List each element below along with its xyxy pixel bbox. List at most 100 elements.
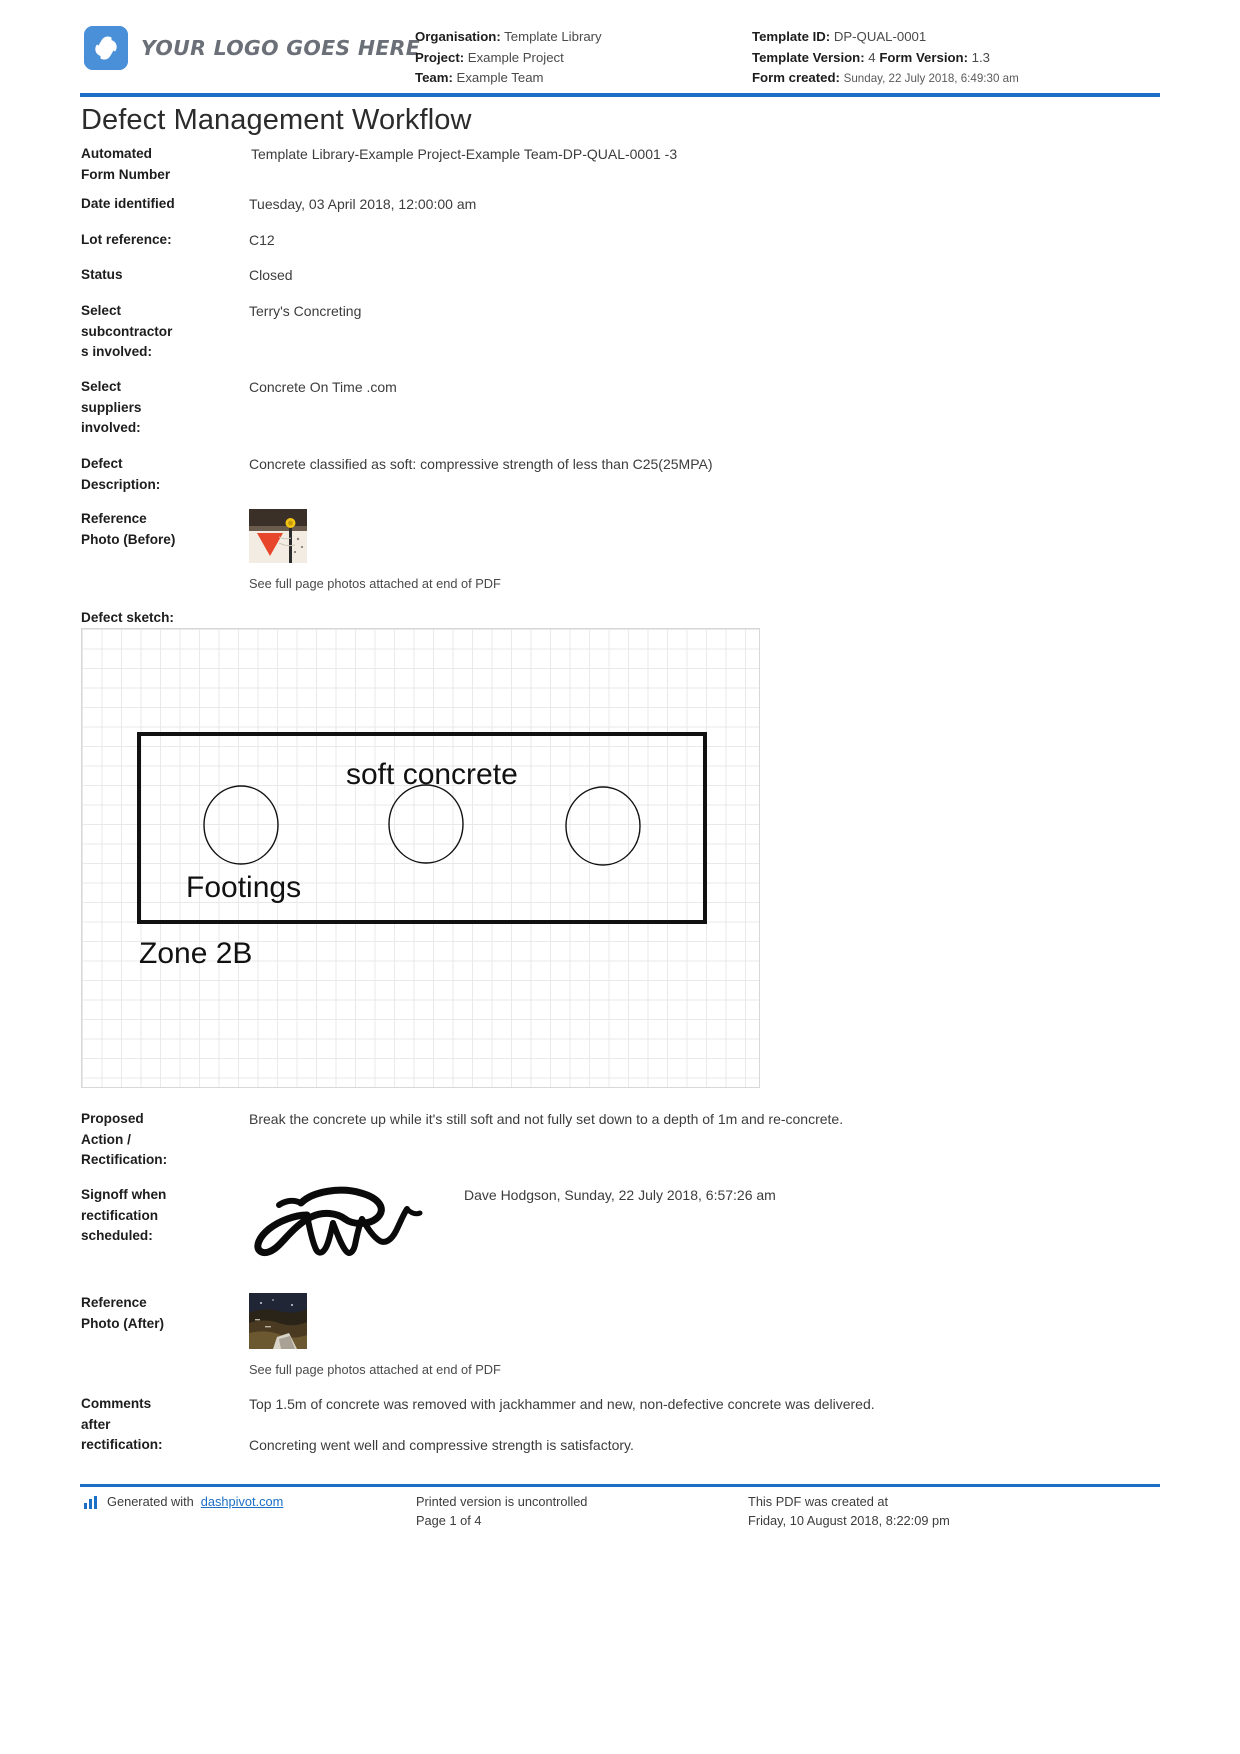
sketch-label-footings: Footings	[186, 871, 301, 904]
field-label: Comments after rectification:	[81, 1394, 249, 1456]
field-proposed-action: Proposed Action / Rectification: Break t…	[81, 1109, 1161, 1171]
field-lot-reference: Lot reference: C12	[81, 230, 1161, 251]
company-logo-icon	[84, 26, 128, 70]
team-value: Example Team	[456, 70, 544, 86]
field-automated-form-number: Automated Form Number Template Library-E…	[81, 144, 1161, 185]
field-value: See full page photos attached at end of …	[249, 509, 1161, 593]
field-value: Break the concrete up while it's still s…	[249, 1111, 844, 1127]
comment-paragraph: Top 1.5m of concrete was removed with ja…	[249, 1396, 875, 1412]
field-defect-description: Defect Description: Concrete classified …	[81, 454, 1161, 495]
organisation-value: Template Library	[504, 29, 602, 44]
header-meta-organisation: Organisation: Template Library Project: …	[415, 27, 602, 89]
document-page: YOUR LOGO GOES HERE Organisation: Templa…	[0, 0, 1240, 1754]
header-meta-row: Template Version: 4 Form Version: 1.3	[752, 48, 1019, 69]
footer-created-label: This PDF was created at	[748, 1494, 889, 1509]
organisation-label: Organisation:	[415, 29, 501, 44]
footer-created-value: Friday, 10 August 2018, 8:22:09 pm	[748, 1513, 950, 1528]
footer-created-info: This PDF was created at Friday, 10 Augus…	[748, 1492, 950, 1530]
label-line: Reference	[81, 1295, 147, 1310]
label-line: Reference	[81, 511, 147, 526]
field-label: Defect Description:	[81, 454, 249, 495]
label-line: Photo (Before)	[81, 531, 176, 547]
field-value: Dave Hodgson, Sunday, 22 July 2018, 6:57…	[249, 1185, 1161, 1263]
reference-photo-before-caption: See full page photos attached at end of …	[249, 576, 501, 591]
header-meta-template: Template ID: DP-QUAL-0001 Template Versi…	[752, 27, 1019, 90]
field-label: Automated Form Number	[81, 144, 249, 185]
label-line: Defect	[81, 456, 123, 471]
label-line: Form Number	[81, 166, 171, 182]
header-meta-row: Project: Example Project	[415, 48, 602, 69]
field-subcontractors: Select subcontractor s involved: Terry's…	[81, 301, 1161, 363]
header-meta-row: Form created: Sunday, 22 July 2018, 6:49…	[752, 68, 1019, 90]
field-label: Select subcontractor s involved:	[81, 301, 249, 363]
field-value: Concrete On Time .com	[249, 379, 397, 395]
sketch-label-zone: Zone 2B	[139, 937, 252, 970]
field-value: Template Library-Example Project-Example…	[251, 146, 678, 162]
field-reference-photo-before: Reference Photo (Before) See full page p…	[81, 509, 1161, 593]
page-title: Defect Management Workflow	[81, 104, 472, 136]
sketch-label-soft-concrete: soft concrete	[346, 758, 518, 791]
header-meta-row: Team: Example Team	[415, 68, 602, 89]
field-comments-after-rectification: Comments after rectification: Top 1.5m o…	[81, 1394, 1161, 1456]
field-status: Status Closed	[81, 265, 1161, 286]
template-version-value: 4	[868, 49, 876, 65]
field-value: Concrete classified as soft: compressive…	[249, 456, 713, 472]
field-date-identified: Date identified Tuesday, 03 April 2018, …	[81, 194, 1161, 215]
logo-block: YOUR LOGO GOES HERE	[84, 26, 420, 70]
label-line: subcontractor	[81, 323, 173, 339]
project-value: Example Project	[467, 49, 564, 65]
reference-photo-before-thumbnail[interactable]	[249, 509, 307, 563]
label-line: involved:	[81, 420, 141, 435]
footer-generated-text: Generated with	[107, 1494, 194, 1509]
reference-photo-after-caption: See full page photos attached at end of …	[249, 1362, 501, 1377]
defect-sketch-canvas[interactable]: soft concrete Footings Zone 2B	[81, 628, 760, 1088]
label-line: Photo (After)	[81, 1315, 165, 1331]
form-created-value: Sunday, 22 July 2018, 6:49:30 am	[843, 72, 1019, 86]
page-header: YOUR LOGO GOES HERE Organisation: Templa…	[0, 0, 1240, 97]
project-label: Project:	[415, 49, 465, 65]
field-label: Select suppliers involved:	[81, 377, 249, 439]
label-line: rectification:	[81, 1437, 163, 1452]
label-line: Select	[81, 379, 122, 394]
label-line: Rectification:	[81, 1152, 168, 1167]
team-label: Team:	[415, 70, 453, 86]
template-id-label: Template ID:	[752, 29, 831, 44]
form-version-label: Form Version:	[879, 49, 968, 65]
form-created-label: Form created:	[752, 70, 840, 86]
field-label: Proposed Action / Rectification:	[81, 1109, 249, 1171]
header-meta-row: Template ID: DP-QUAL-0001	[752, 27, 1019, 48]
template-version-label: Template Version:	[752, 49, 865, 65]
logo-text: YOUR LOGO GOES HERE	[141, 36, 421, 60]
label-line: Description:	[81, 476, 161, 492]
dashpivot-link[interactable]: dashpivot.com	[201, 1492, 284, 1511]
reference-photo-after-thumbnail[interactable]	[249, 1293, 307, 1349]
dashpivot-bars-icon	[84, 1495, 100, 1509]
header-meta-row: Organisation: Template Library	[415, 27, 602, 48]
footer-page-number: Page 1 of 4	[416, 1513, 482, 1528]
label-line: s involved:	[81, 344, 153, 359]
label-line: suppliers	[81, 399, 142, 415]
field-value: See full page photos attached at end of …	[249, 1293, 1161, 1379]
defect-sketch-label: Defect sketch:	[81, 610, 174, 625]
comment-paragraph: Concreting went well and compressive str…	[249, 1436, 634, 1453]
footer-divider	[80, 1484, 1160, 1487]
field-label: Status	[81, 267, 123, 282]
field-value: Terry's Concreting	[249, 303, 362, 319]
label-line: Automated	[81, 146, 152, 161]
form-version-value: 1.3	[971, 49, 990, 65]
field-label: Reference Photo (Before)	[81, 509, 249, 550]
label-line: Comments	[81, 1396, 152, 1411]
field-label: Reference Photo (After)	[81, 1293, 249, 1334]
field-signoff: Signoff when rectification scheduled: Da…	[81, 1185, 1161, 1263]
field-label: Signoff when rectification scheduled:	[81, 1185, 249, 1247]
label-line: Select	[81, 303, 122, 318]
field-label: Lot reference:	[81, 232, 172, 247]
footer-generated-with: Generated with dashpivot.com	[84, 1492, 283, 1511]
field-value: Top 1.5m of concrete was removed with ja…	[249, 1394, 1161, 1455]
header-divider	[80, 93, 1160, 97]
label-line: rectification	[81, 1207, 159, 1223]
label-line: Proposed	[81, 1111, 144, 1126]
label-line: Signoff when	[81, 1187, 167, 1202]
field-value: Tuesday, 03 April 2018, 12:00:00 am	[249, 196, 477, 212]
label-line: scheduled:	[81, 1228, 153, 1243]
